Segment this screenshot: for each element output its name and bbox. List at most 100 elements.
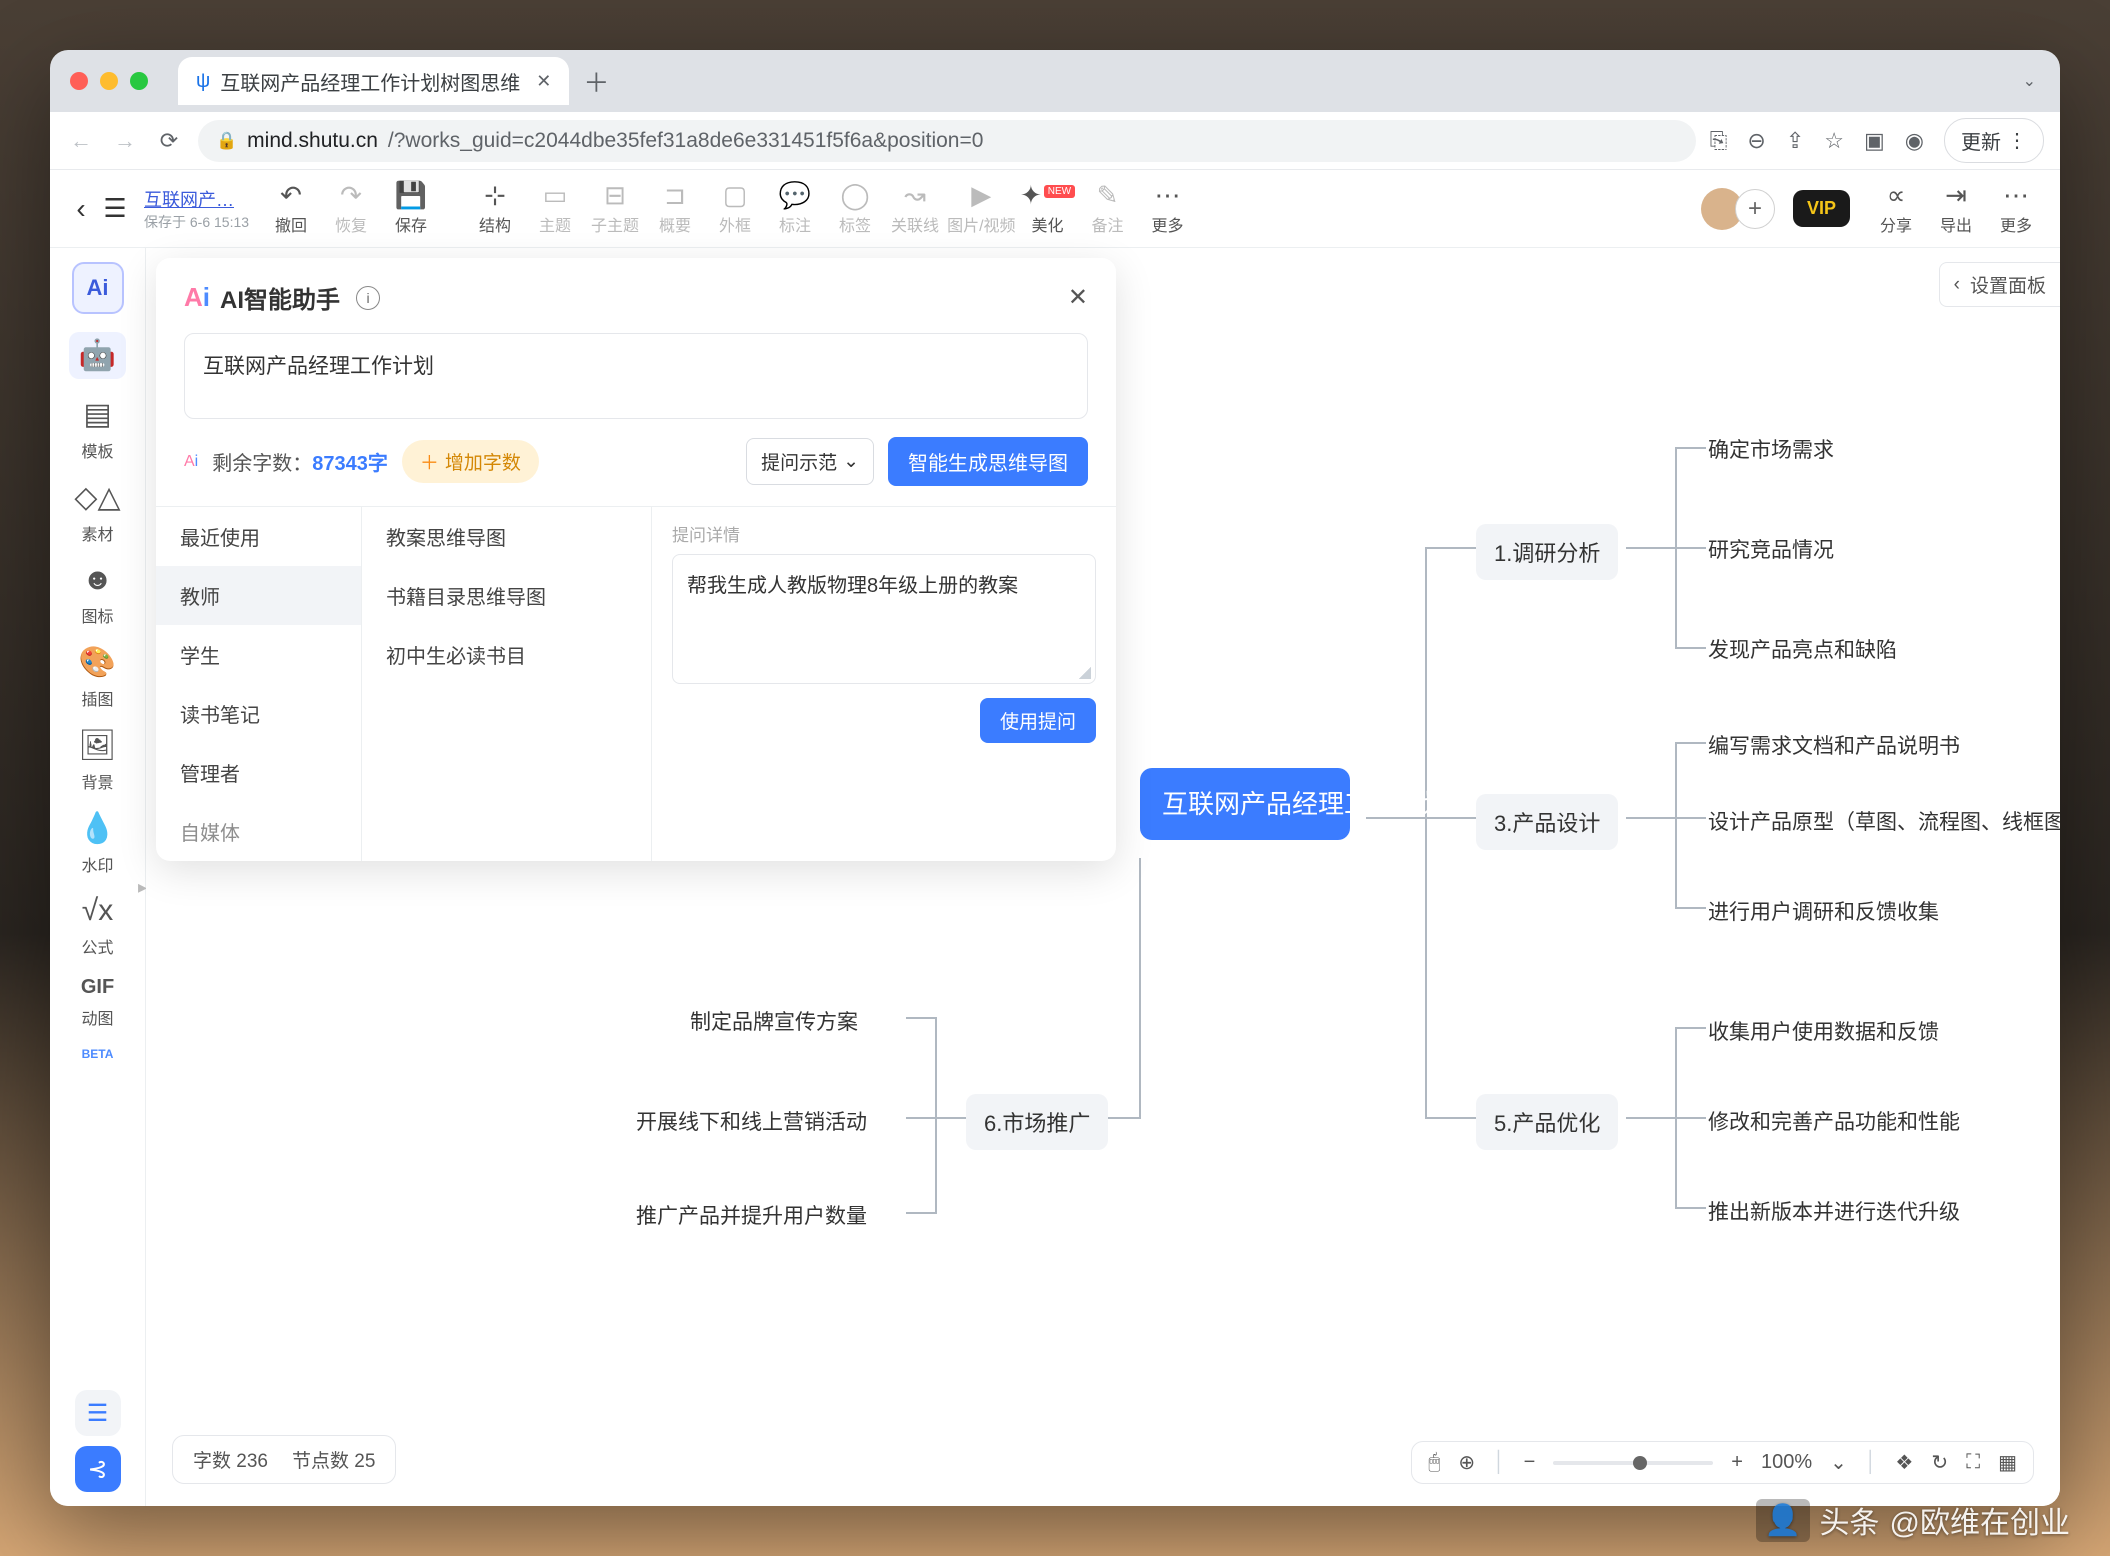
- node-1[interactable]: 1.调研分析: [1476, 524, 1618, 580]
- browser-tab[interactable]: ψ 互联网产品经理工作计划树图思维 ✕: [178, 57, 569, 105]
- leaf-5-2[interactable]: 修改和完善产品功能和性能: [1708, 1106, 1960, 1136]
- share-button[interactable]: ∝分享: [1868, 182, 1924, 236]
- sidebar-background[interactable]: 🖼背景: [63, 728, 133, 793]
- leaf-1-3[interactable]: 发现产品亮点和缺陷: [1708, 634, 1897, 664]
- sidepanel-icon[interactable]: ▣: [1864, 128, 1885, 154]
- close-tab-icon[interactable]: ✕: [536, 71, 551, 92]
- note-button[interactable]: 💬标注: [767, 182, 823, 236]
- cat-media[interactable]: 自媒体: [156, 802, 361, 861]
- share-icon[interactable]: ⇪: [1786, 128, 1804, 154]
- add-chars-button[interactable]: ＋增加字数: [402, 440, 539, 483]
- sidebar-robot[interactable]: 🤖: [63, 332, 133, 379]
- new-tab-button[interactable]: ＋: [583, 63, 609, 100]
- back-icon[interactable]: ‹: [66, 193, 96, 225]
- bookmark-icon[interactable]: ☆: [1824, 128, 1844, 154]
- fullscreen-icon[interactable]: ⛶: [1966, 1451, 1980, 1474]
- leaf-1-1[interactable]: 确定市场需求: [1708, 434, 1834, 464]
- sidebar-watermark[interactable]: 💧水印: [63, 811, 133, 876]
- sidebar-formula[interactable]: √x公式: [63, 894, 133, 958]
- sidebar-outline-view[interactable]: ☰: [75, 1390, 121, 1436]
- info-icon[interactable]: i: [356, 286, 380, 310]
- translate-icon[interactable]: ⎘: [1710, 128, 1728, 154]
- layers-icon[interactable]: ❖: [1895, 1450, 1913, 1475]
- menu-icon[interactable]: ☰: [100, 193, 130, 224]
- node-5[interactable]: 5.产品优化: [1476, 1094, 1618, 1150]
- cat-teacher[interactable]: 教师: [156, 566, 361, 625]
- history-icon[interactable]: ↻: [1931, 1450, 1948, 1475]
- browser-actions: ⎘ ⊖ ⇪ ☆ ▣ ◉ 更新⋮: [1710, 118, 2044, 163]
- relation-button[interactable]: ↝关联线: [887, 182, 943, 236]
- leaf-6-3[interactable]: 推广产品并提升用户数量: [636, 1200, 867, 1230]
- ai-subcategory-list: 教案思维导图 书籍目录思维导图 初中生必读书目: [362, 507, 652, 861]
- ai-prompt-input[interactable]: 互联网产品经理工作计划: [184, 333, 1088, 419]
- cat-student[interactable]: 学生: [156, 625, 361, 684]
- zoom-slider[interactable]: [1553, 1461, 1713, 1465]
- leaf-6-2[interactable]: 开展线下和线上营销活动: [636, 1106, 867, 1136]
- redo-button[interactable]: ↷恢复: [323, 182, 379, 236]
- node-3[interactable]: 3.产品设计: [1476, 794, 1618, 850]
- nav-forward-icon[interactable]: →: [110, 128, 140, 154]
- minimize-window-icon[interactable]: [100, 72, 118, 90]
- close-window-icon[interactable]: [70, 72, 88, 90]
- remark-button[interactable]: ✎备注: [1080, 182, 1136, 236]
- leaf-3-2[interactable]: 设计产品原型（草图、流程图、线框图等）: [1708, 806, 2060, 836]
- mouse-mode-icon[interactable]: 🖱: [1428, 1451, 1440, 1474]
- canvas[interactable]: ‹ 设置面板 Ai AI智能助手 i ✕ 互联网产品经理工作计划 Ai 剩余字数…: [146, 248, 2060, 1506]
- topic-button[interactable]: ▭主题: [527, 182, 583, 236]
- use-question-button[interactable]: 使用提问: [980, 698, 1096, 743]
- undo-button[interactable]: ↶撤回: [263, 182, 319, 236]
- profile-icon[interactable]: ◉: [1905, 128, 1924, 154]
- beautify-button[interactable]: ✦NEW美化: [1020, 182, 1076, 236]
- cat-reading[interactable]: 读书笔记: [156, 684, 361, 743]
- doc-title-link[interactable]: 互联网产…: [144, 186, 249, 212]
- url-input[interactable]: 🔒 mind.shutu.cn/?works_guid=c2044dbe35fe…: [198, 120, 1696, 162]
- tag-button[interactable]: ◯标签: [827, 182, 883, 236]
- sidebar-icon[interactable]: ☻图标: [63, 563, 133, 627]
- tabs-dropdown-icon[interactable]: ⌄: [2023, 71, 2036, 91]
- sidebar-ai-selected[interactable]: Ai: [72, 262, 124, 314]
- subcat-lesson[interactable]: 教案思维导图: [362, 507, 651, 566]
- outline-button[interactable]: ▢外框: [707, 182, 763, 236]
- leaf-3-1[interactable]: 编写需求文档和产品说明书: [1708, 730, 1960, 760]
- update-button[interactable]: 更新⋮: [1944, 118, 2044, 163]
- leaf-3-3[interactable]: 进行用户调研和反馈收集: [1708, 896, 1939, 926]
- summary-button[interactable]: ⊐概要: [647, 182, 703, 236]
- zoom-dropdown-icon[interactable]: ⌄: [1830, 1450, 1847, 1475]
- sidebar-template[interactable]: ▤模板: [63, 397, 133, 462]
- leaf-1-2[interactable]: 研究竞品情况: [1708, 534, 1834, 564]
- subcat-reading-list[interactable]: 初中生必读书目: [362, 625, 651, 684]
- subtopic-button[interactable]: ⊟子主题: [587, 182, 643, 236]
- sidebar-material[interactable]: ◇△素材: [63, 480, 133, 545]
- structure-button[interactable]: ⊹结构: [467, 182, 523, 236]
- zoom-minus-icon[interactable]: −: [1524, 1451, 1536, 1474]
- export-button[interactable]: ⇥导出: [1928, 182, 1984, 236]
- sidebar-gif[interactable]: GIF动图: [63, 976, 133, 1029]
- media-button[interactable]: ▶图片/视频: [947, 182, 1015, 236]
- vip-badge[interactable]: VIP: [1793, 190, 1850, 227]
- generate-mindmap-button[interactable]: 智能生成思维导图: [888, 437, 1088, 486]
- close-panel-icon[interactable]: ✕: [1068, 283, 1088, 312]
- sidebar-illustration[interactable]: 🎨插图: [63, 645, 133, 710]
- more-button[interactable]: ⋯更多: [1140, 182, 1196, 236]
- node-6[interactable]: 6.市场推广: [966, 1094, 1108, 1150]
- cat-recent[interactable]: 最近使用: [156, 507, 361, 566]
- leaf-5-3[interactable]: 推出新版本并进行迭代升级: [1708, 1196, 1960, 1226]
- minimap-icon[interactable]: ▦: [1998, 1450, 2017, 1475]
- sidebar-mindmap-view[interactable]: ⊰: [75, 1446, 121, 1492]
- subcat-book-toc[interactable]: 书籍目录思维导图: [362, 566, 651, 625]
- nav-reload-icon[interactable]: ⟳: [154, 128, 184, 154]
- zoom-plus-icon[interactable]: +: [1731, 1451, 1743, 1474]
- nav-back-icon[interactable]: ←: [66, 128, 96, 154]
- more2-button[interactable]: ⋯更多: [1988, 182, 2044, 236]
- zoom-out-icon[interactable]: ⊖: [1747, 128, 1765, 154]
- node-center[interactable]: 互联网产品经理工作计划: [1140, 768, 1350, 840]
- maximize-window-icon[interactable]: [130, 72, 148, 90]
- leaf-5-1[interactable]: 收集用户使用数据和反馈: [1708, 1016, 1939, 1046]
- qa-demo-dropdown[interactable]: 提问示范⌄: [746, 438, 874, 485]
- detail-textarea[interactable]: 帮我生成人教版物理8年级上册的教案: [672, 554, 1096, 684]
- center-view-icon[interactable]: ⊕: [1458, 1450, 1475, 1475]
- save-button[interactable]: 💾保存: [383, 182, 439, 236]
- cat-manager[interactable]: 管理者: [156, 743, 361, 802]
- add-collaborator-button[interactable]: +: [1735, 189, 1775, 229]
- leaf-6-1[interactable]: 制定品牌宣传方案: [690, 1006, 858, 1036]
